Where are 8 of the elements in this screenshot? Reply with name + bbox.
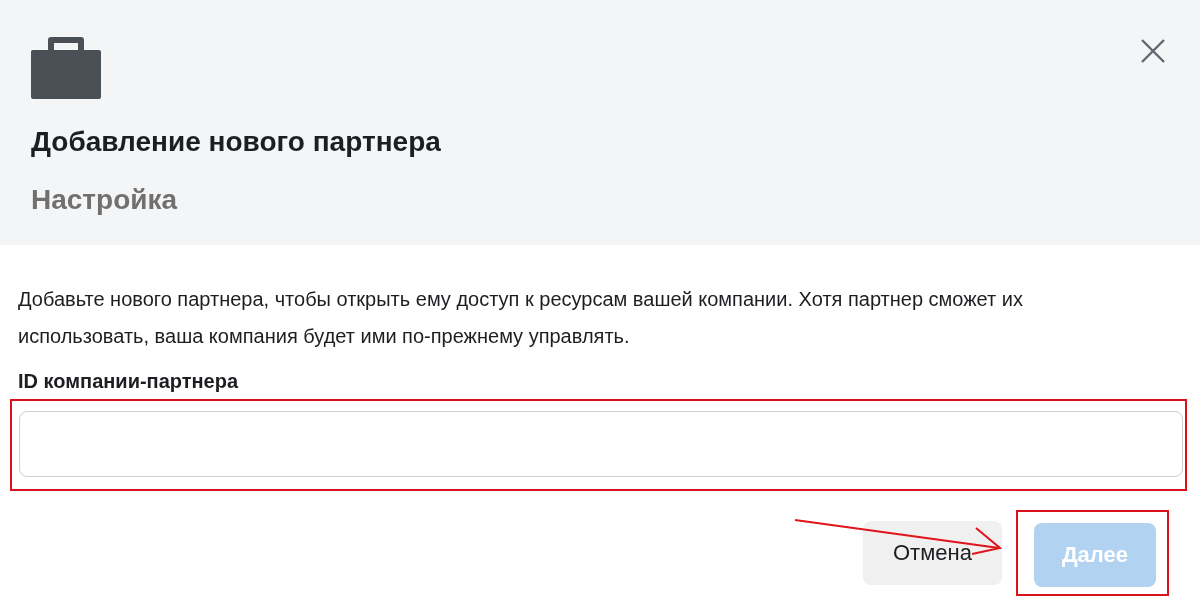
description-text: Добавьте нового партнера, чтобы открыть ему доступ к ресурсам вашей компании. Хотя партнер сможет их использовать, ваша компания будет ими по-прежнему управлять. [18, 287, 1024, 349]
close-button[interactable] [1140, 38, 1166, 64]
dialog-subtitle: Настройка [31, 183, 179, 217]
dialog-title: Добавление нового партнера [31, 125, 442, 159]
field-label: ID компании-партнера [18, 369, 240, 394]
cancel-button[interactable]: Отмена [863, 521, 1002, 585]
briefcase-icon [31, 37, 101, 99]
input-field[interactable] [19, 411, 1183, 477]
